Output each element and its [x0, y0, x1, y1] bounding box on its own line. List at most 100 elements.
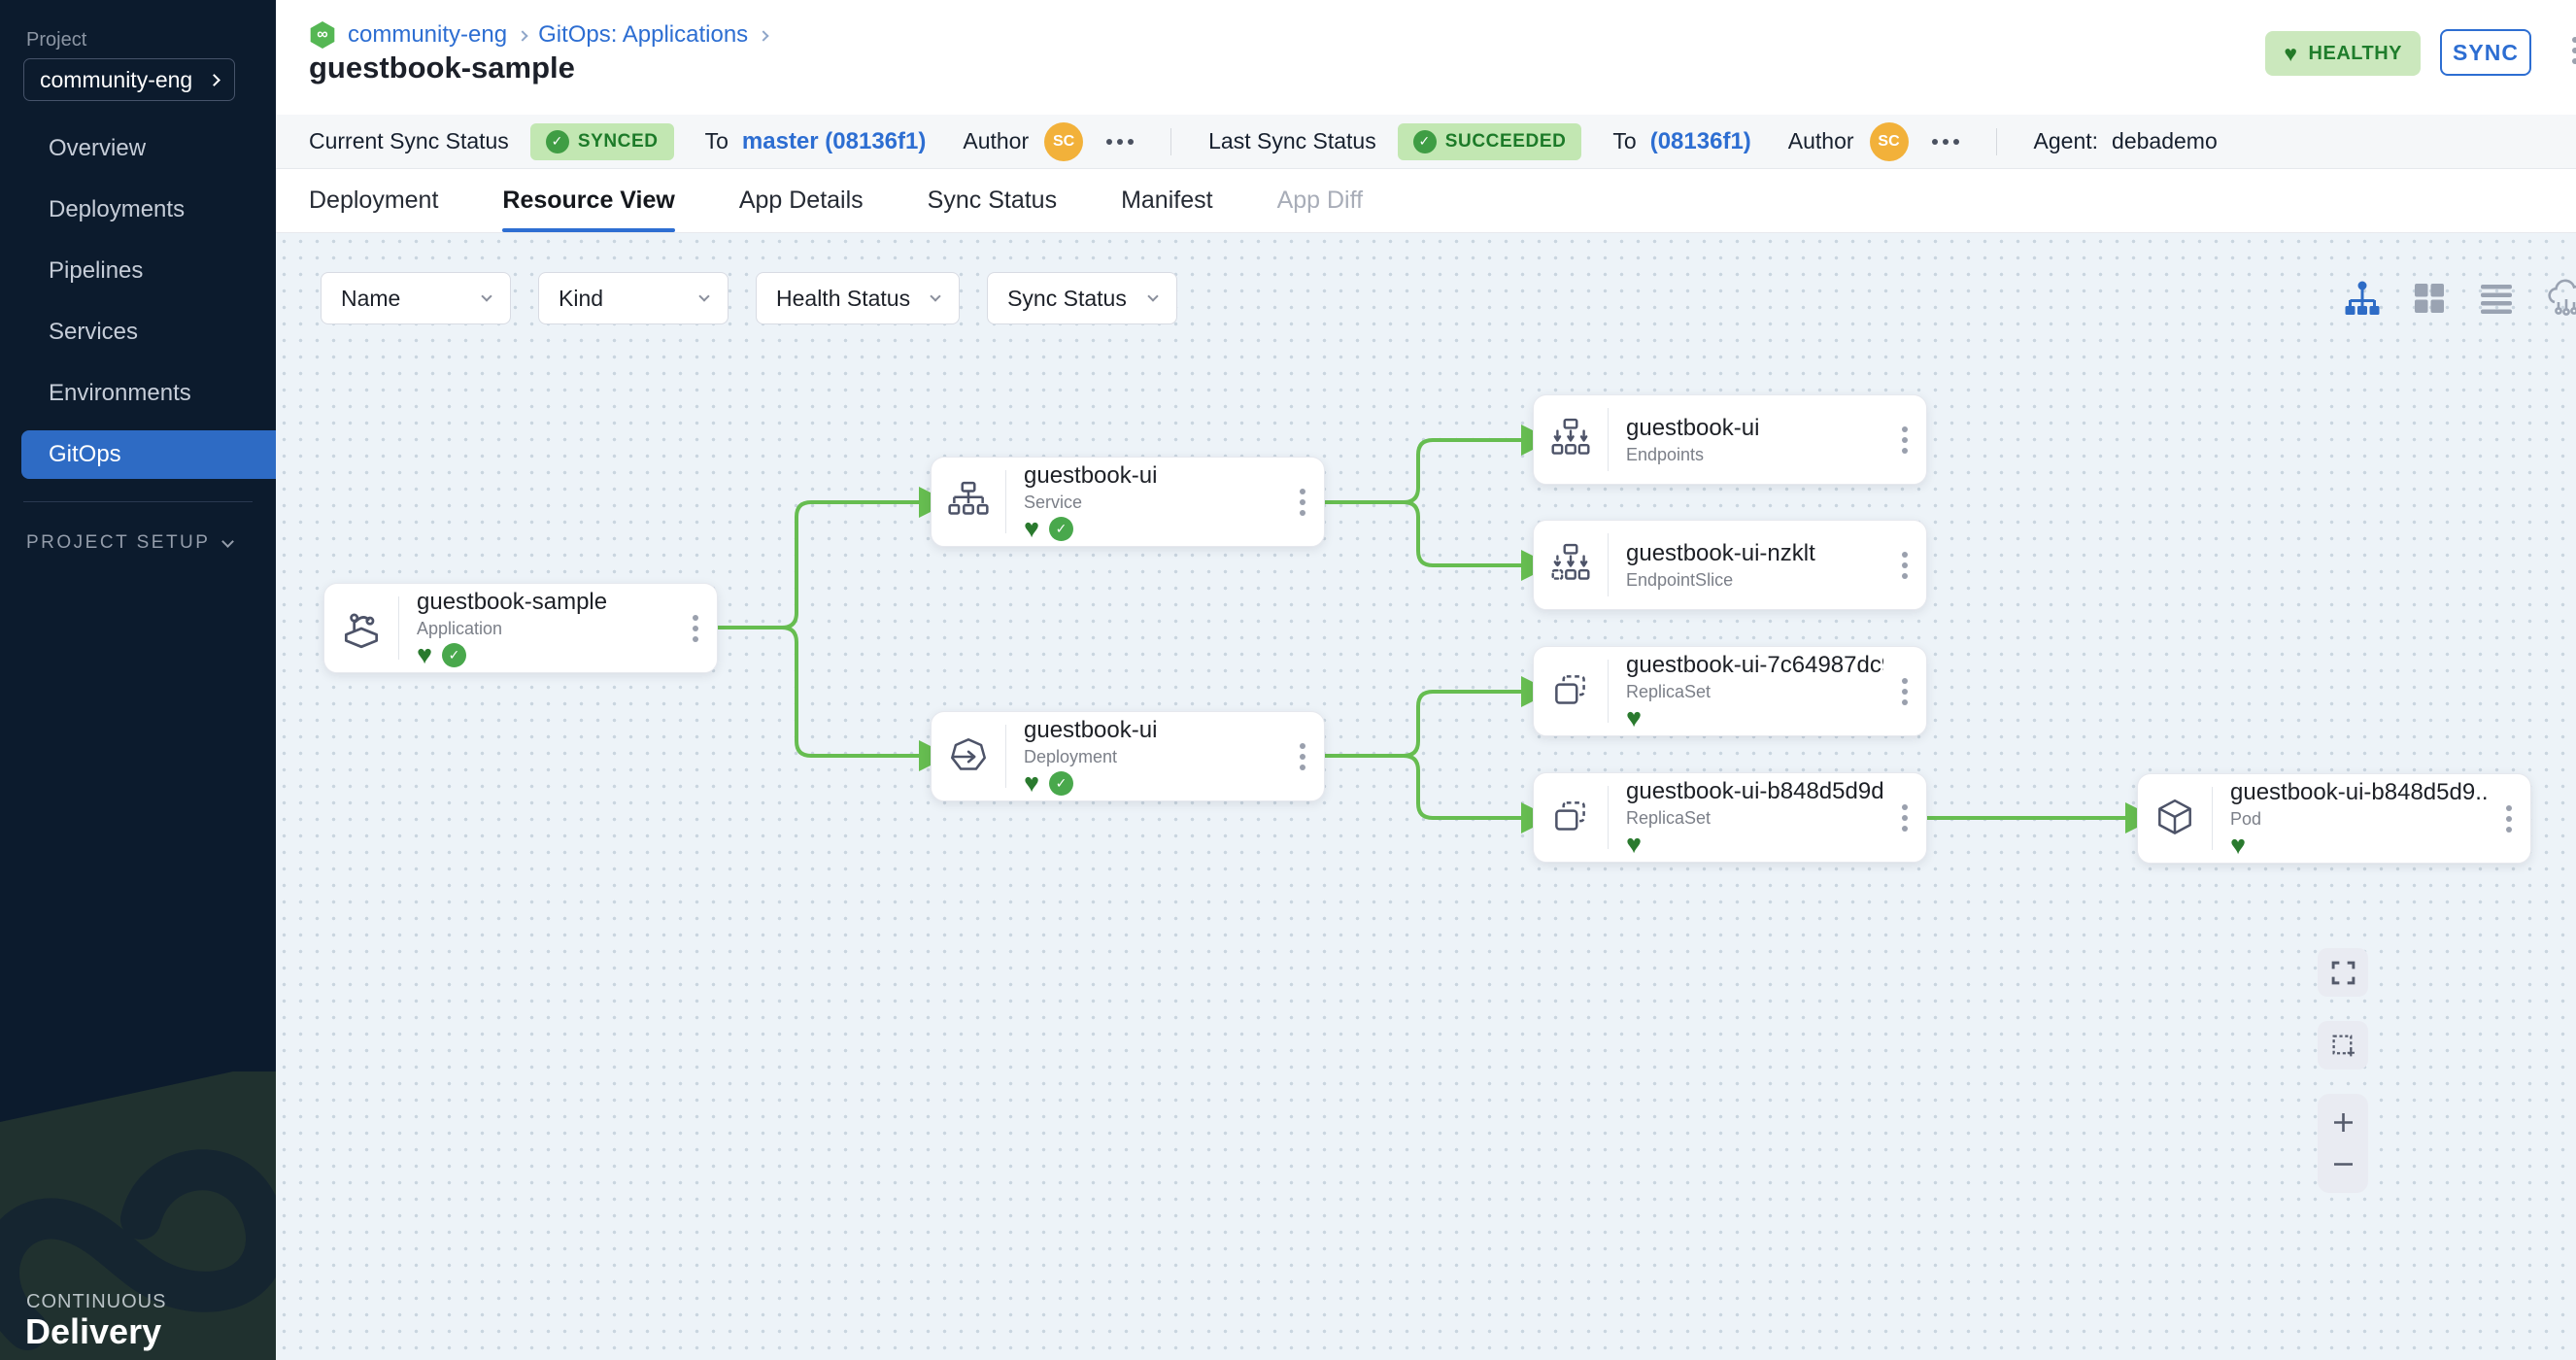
sidebar-item-deployments[interactable]: Deployments: [0, 186, 276, 234]
chevron-down-icon: [698, 290, 709, 301]
node-application-guestbook-sample[interactable]: guestbook-sample Application ♥ ✓: [323, 583, 718, 673]
healthy-heart-icon: ♥: [417, 642, 432, 668]
sidebar-item-label: GitOps: [49, 441, 121, 468]
node-kind: Endpoints: [1626, 445, 1883, 465]
endpoints-icon: [1534, 418, 1608, 462]
synced-badge-label: SYNCED: [578, 131, 659, 153]
check-circle-icon: ✓: [1413, 130, 1437, 153]
healthy-heart-icon: ♥: [1626, 705, 1642, 731]
sidebar-item-services[interactable]: Services: [0, 308, 276, 357]
breadcrumb-link-applications[interactable]: GitOps: Applications: [538, 21, 748, 49]
brand-title: Delivery: [25, 1311, 161, 1352]
tab-sync-status[interactable]: Sync Status: [928, 169, 1057, 232]
node-menu-icon[interactable]: [674, 615, 717, 642]
node-endpointslice-guestbook-ui-nzklt[interactable]: guestbook-ui-nzklt EndpointSlice ♥ ✓: [1533, 520, 1927, 610]
sidebar-item-pipelines[interactable]: Pipelines: [0, 247, 276, 295]
sidebar-item-label: Overview: [49, 135, 146, 162]
node-menu-icon[interactable]: [1883, 678, 1926, 705]
filter-name[interactable]: Name: [321, 272, 511, 324]
edge-service-endpointslice: [1325, 502, 1525, 565]
node-kind: EndpointSlice: [1626, 570, 1883, 591]
node-pod-guestbook-ui-b848d5d9[interactable]: guestbook-ui-b848d5d9... Pod ♥ ✓: [2137, 773, 2531, 864]
sidebar-item-environments[interactable]: Environments: [0, 369, 276, 418]
brand-subtitle: CONTINUOUS: [26, 1291, 166, 1313]
heart-icon: ♥: [2284, 43, 2297, 65]
current-revision-link[interactable]: master (08136f1): [742, 128, 926, 155]
breadcrumb-separator-icon: [759, 30, 769, 41]
author-label: Author: [1788, 128, 1854, 154]
commit-more-icon[interactable]: [1106, 139, 1134, 145]
last-sync-status-label: Last Sync Status: [1208, 128, 1376, 154]
zoom-out-button[interactable]: [2331, 1152, 2356, 1176]
node-endpoints-guestbook-ui[interactable]: guestbook-ui Endpoints ♥ ✓: [1533, 394, 1927, 485]
filter-health-status[interactable]: Health Status: [756, 272, 960, 324]
tab-resource-view[interactable]: Resource View: [502, 169, 674, 232]
zoom-in-button[interactable]: [2331, 1110, 2356, 1135]
commit-more-icon[interactable]: [1932, 139, 1959, 145]
tab-app-diff[interactable]: App Diff: [1277, 169, 1363, 232]
node-title: guestbook-ui: [1626, 415, 1883, 442]
node-service-guestbook-ui[interactable]: guestbook-ui Service ♥ ✓: [931, 457, 1325, 547]
node-title: guestbook-ui: [1024, 462, 1281, 490]
breadcrumb: ∞ community-eng GitOps: Applications: [309, 21, 767, 49]
node-title: guestbook-ui-nzklt: [1626, 540, 1883, 567]
node-kind: Pod: [2230, 809, 2488, 830]
health-badge-label: HEALTHY: [2309, 43, 2402, 65]
node-deployment-guestbook-ui[interactable]: guestbook-ui Deployment ♥ ✓: [931, 711, 1325, 801]
node-title: guestbook-ui: [1024, 717, 1281, 744]
cloud-network-view-icon[interactable]: [2545, 278, 2576, 319]
sidebar-item-gitops[interactable]: GitOps: [21, 430, 276, 479]
list-view-icon[interactable]: [2477, 280, 2516, 317]
infinity-glyph: ∞: [317, 26, 327, 44]
filter-label: Kind: [559, 286, 603, 312]
agent-label: Agent:: [2034, 128, 2099, 154]
edge-app-deployment: [718, 628, 923, 756]
filter-label: Sync Status: [1007, 286, 1127, 312]
tab-manifest[interactable]: Manifest: [1121, 169, 1212, 232]
filter-kind[interactable]: Kind: [538, 272, 729, 324]
node-replicaset-guestbook-ui-7c64987dc9[interactable]: guestbook-ui-7c64987dc9 ReplicaSet ♥ ✓: [1533, 646, 1927, 736]
replicaset-icon: [1534, 669, 1608, 714]
to-label: To: [705, 128, 729, 154]
sidebar-item-overview[interactable]: Overview: [0, 124, 276, 173]
chevron-right-icon: [208, 74, 220, 86]
tree-view-icon[interactable]: [2343, 279, 2382, 318]
view-toggle-group: [2343, 278, 2576, 319]
current-sync-status-label: Current Sync Status: [309, 128, 509, 154]
sync-button[interactable]: SYNC: [2440, 29, 2531, 76]
resource-graph-canvas[interactable]: Name Kind Health Status Sync Status: [276, 233, 2576, 1360]
node-menu-icon[interactable]: [2488, 805, 2530, 833]
endpointslice-icon: [1534, 543, 1608, 588]
synced-check-icon: ✓: [1049, 771, 1073, 796]
node-title: guestbook-ui-7c64987dc9: [1626, 652, 1883, 679]
main-area: ∞ community-eng GitOps: Applications gue…: [276, 0, 2576, 1360]
grid-view-icon[interactable]: [2411, 280, 2448, 317]
node-menu-icon[interactable]: [1281, 743, 1324, 770]
breadcrumb-separator-icon: [517, 30, 527, 41]
tab-deployment[interactable]: Deployment: [309, 169, 438, 232]
marquee-select-button[interactable]: [2318, 1021, 2368, 1070]
project-selector[interactable]: community-eng: [23, 58, 235, 101]
node-menu-icon[interactable]: [1883, 804, 1926, 832]
fit-to-screen-button[interactable]: [2318, 948, 2368, 997]
statusbar-divider: [1170, 128, 1171, 155]
service-icon: [932, 480, 1005, 525]
project-setup-toggle[interactable]: PROJECT SETUP: [26, 532, 232, 554]
breadcrumb-link-project[interactable]: community-eng: [348, 21, 507, 49]
filter-sync-status[interactable]: Sync Status: [987, 272, 1177, 324]
tab-app-details[interactable]: App Details: [739, 169, 864, 232]
node-replicaset-guestbook-ui-b848d5d9d[interactable]: guestbook-ui-b848d5d9d ReplicaSet ♥ ✓: [1533, 772, 1927, 863]
header-menu-icon[interactable]: [2572, 37, 2576, 64]
node-menu-icon[interactable]: [1883, 552, 1926, 579]
last-revision-link[interactable]: (08136f1): [1650, 128, 1751, 155]
healthy-heart-icon: ♥: [1024, 516, 1039, 542]
healthy-heart-icon: ♥: [1024, 770, 1039, 797]
page-header: ∞ community-eng GitOps: Applications gue…: [276, 0, 2576, 115]
agent-value: debademo: [2112, 128, 2218, 154]
sidebar: Project community-eng Overview Deploymen…: [0, 0, 276, 1360]
node-menu-icon[interactable]: [1883, 426, 1926, 454]
node-menu-icon[interactable]: [1281, 489, 1324, 516]
sidebar-item-label: Environments: [49, 380, 191, 407]
pod-icon: [2138, 797, 2212, 841]
to-label: To: [1612, 128, 1636, 154]
